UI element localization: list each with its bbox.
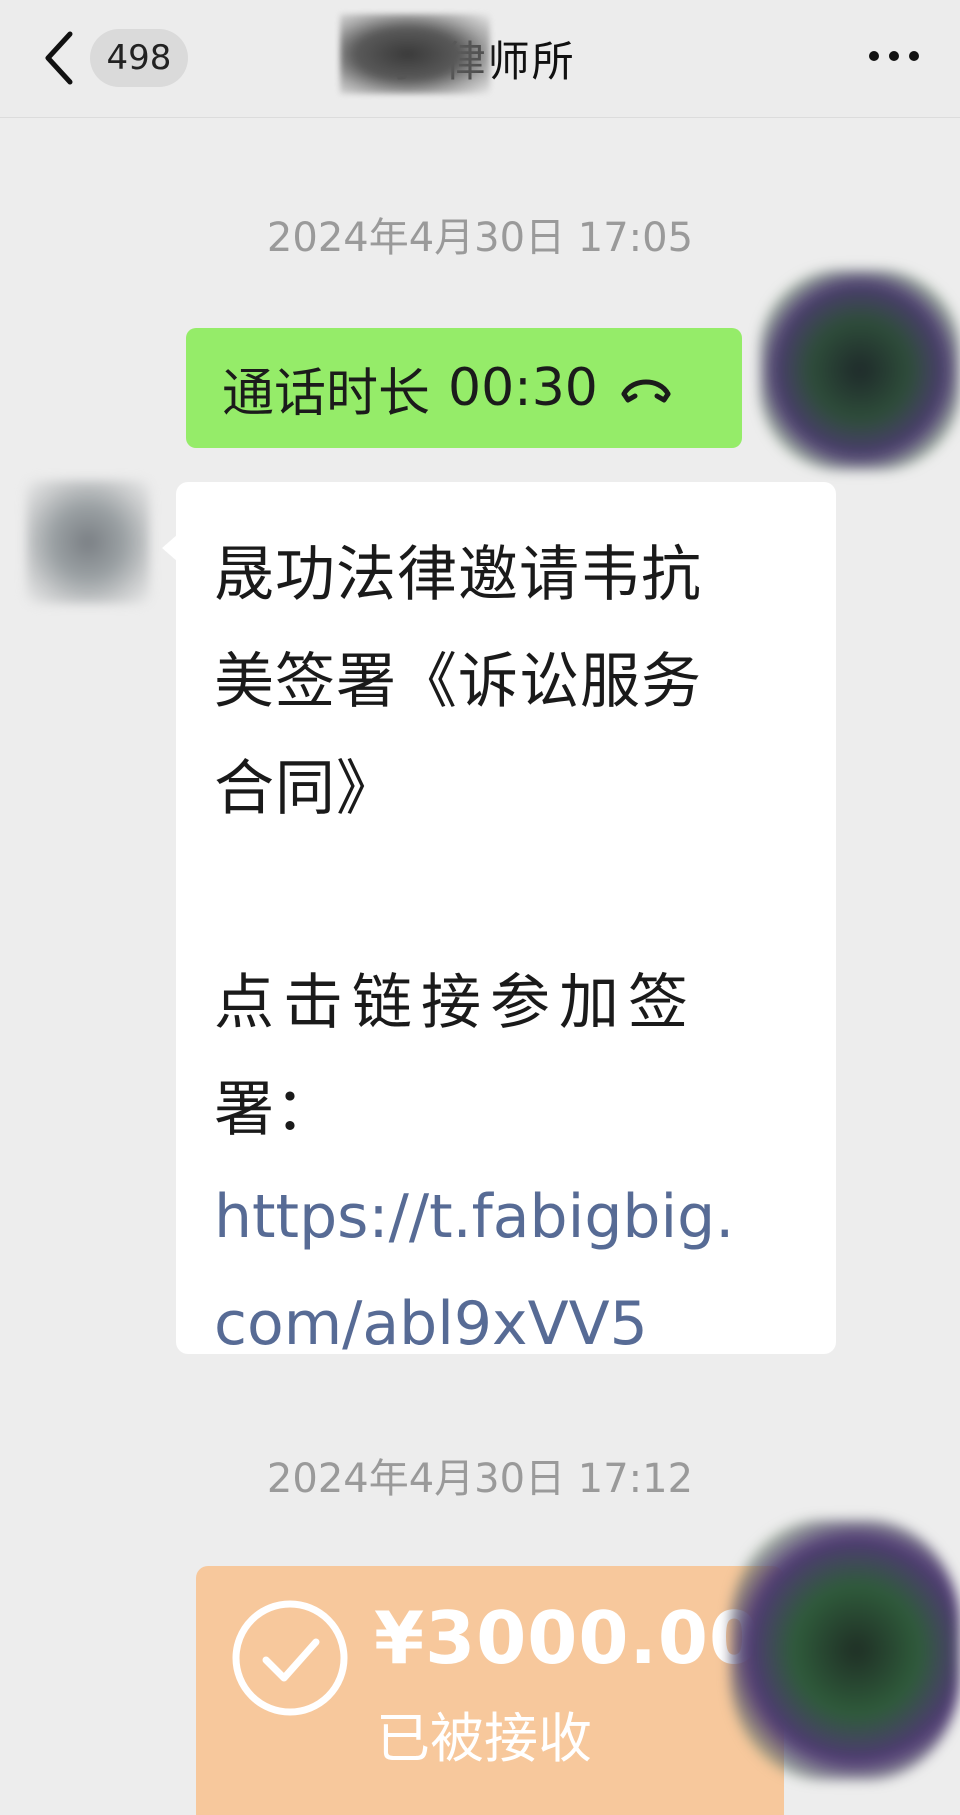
message-line: 晟功法律邀请韦抗 [214, 540, 702, 610]
chat-header: 498 李 律师所 [0, 0, 960, 118]
avatar-redaction [760, 270, 960, 470]
avatar[interactable] [26, 480, 150, 604]
ellipsis-icon[interactable] [864, 36, 924, 76]
message-line: 点击链接参加签 [214, 968, 697, 1038]
message-line: 合同》 [214, 754, 397, 824]
call-duration-label: 通话时长 [222, 363, 431, 424]
message-link[interactable]: https://t.fabigbig. [214, 1164, 802, 1271]
chat-screen: 498 李 律师所 2024年4月30日 17:05 通话时长 00:30 晟功… [0, 0, 960, 1815]
message-link[interactable]: com/abl9xVV5 [214, 1271, 802, 1378]
message-timestamp: 2024年4月30日 17:12 [266, 1456, 694, 1502]
call-duration-value: 00:30 [448, 358, 598, 418]
call-duration-bubble[interactable]: 通话时长 00:30 [186, 328, 742, 448]
transfer-amount: ¥3000.00 [374, 1596, 761, 1680]
avatar-redaction [730, 1520, 960, 1780]
message-timestamp: 2024年4月30日 17:05 [266, 215, 694, 261]
transfer-card[interactable]: ¥3000.00 已被接收 [196, 1566, 784, 1815]
message-line: 美签署《诉讼服务 [214, 647, 702, 717]
phone-hangup-icon [621, 379, 671, 403]
title-redaction [340, 14, 490, 94]
message-line: 署： [214, 1075, 336, 1145]
incoming-message-bubble[interactable]: 晟功法律邀请韦抗 美签署《诉讼服务 合同》 点击链接参加签 署： https:/… [162, 482, 836, 1359]
check-circle-icon [232, 1600, 348, 1716]
transfer-status: 已被接收 [376, 1707, 592, 1770]
